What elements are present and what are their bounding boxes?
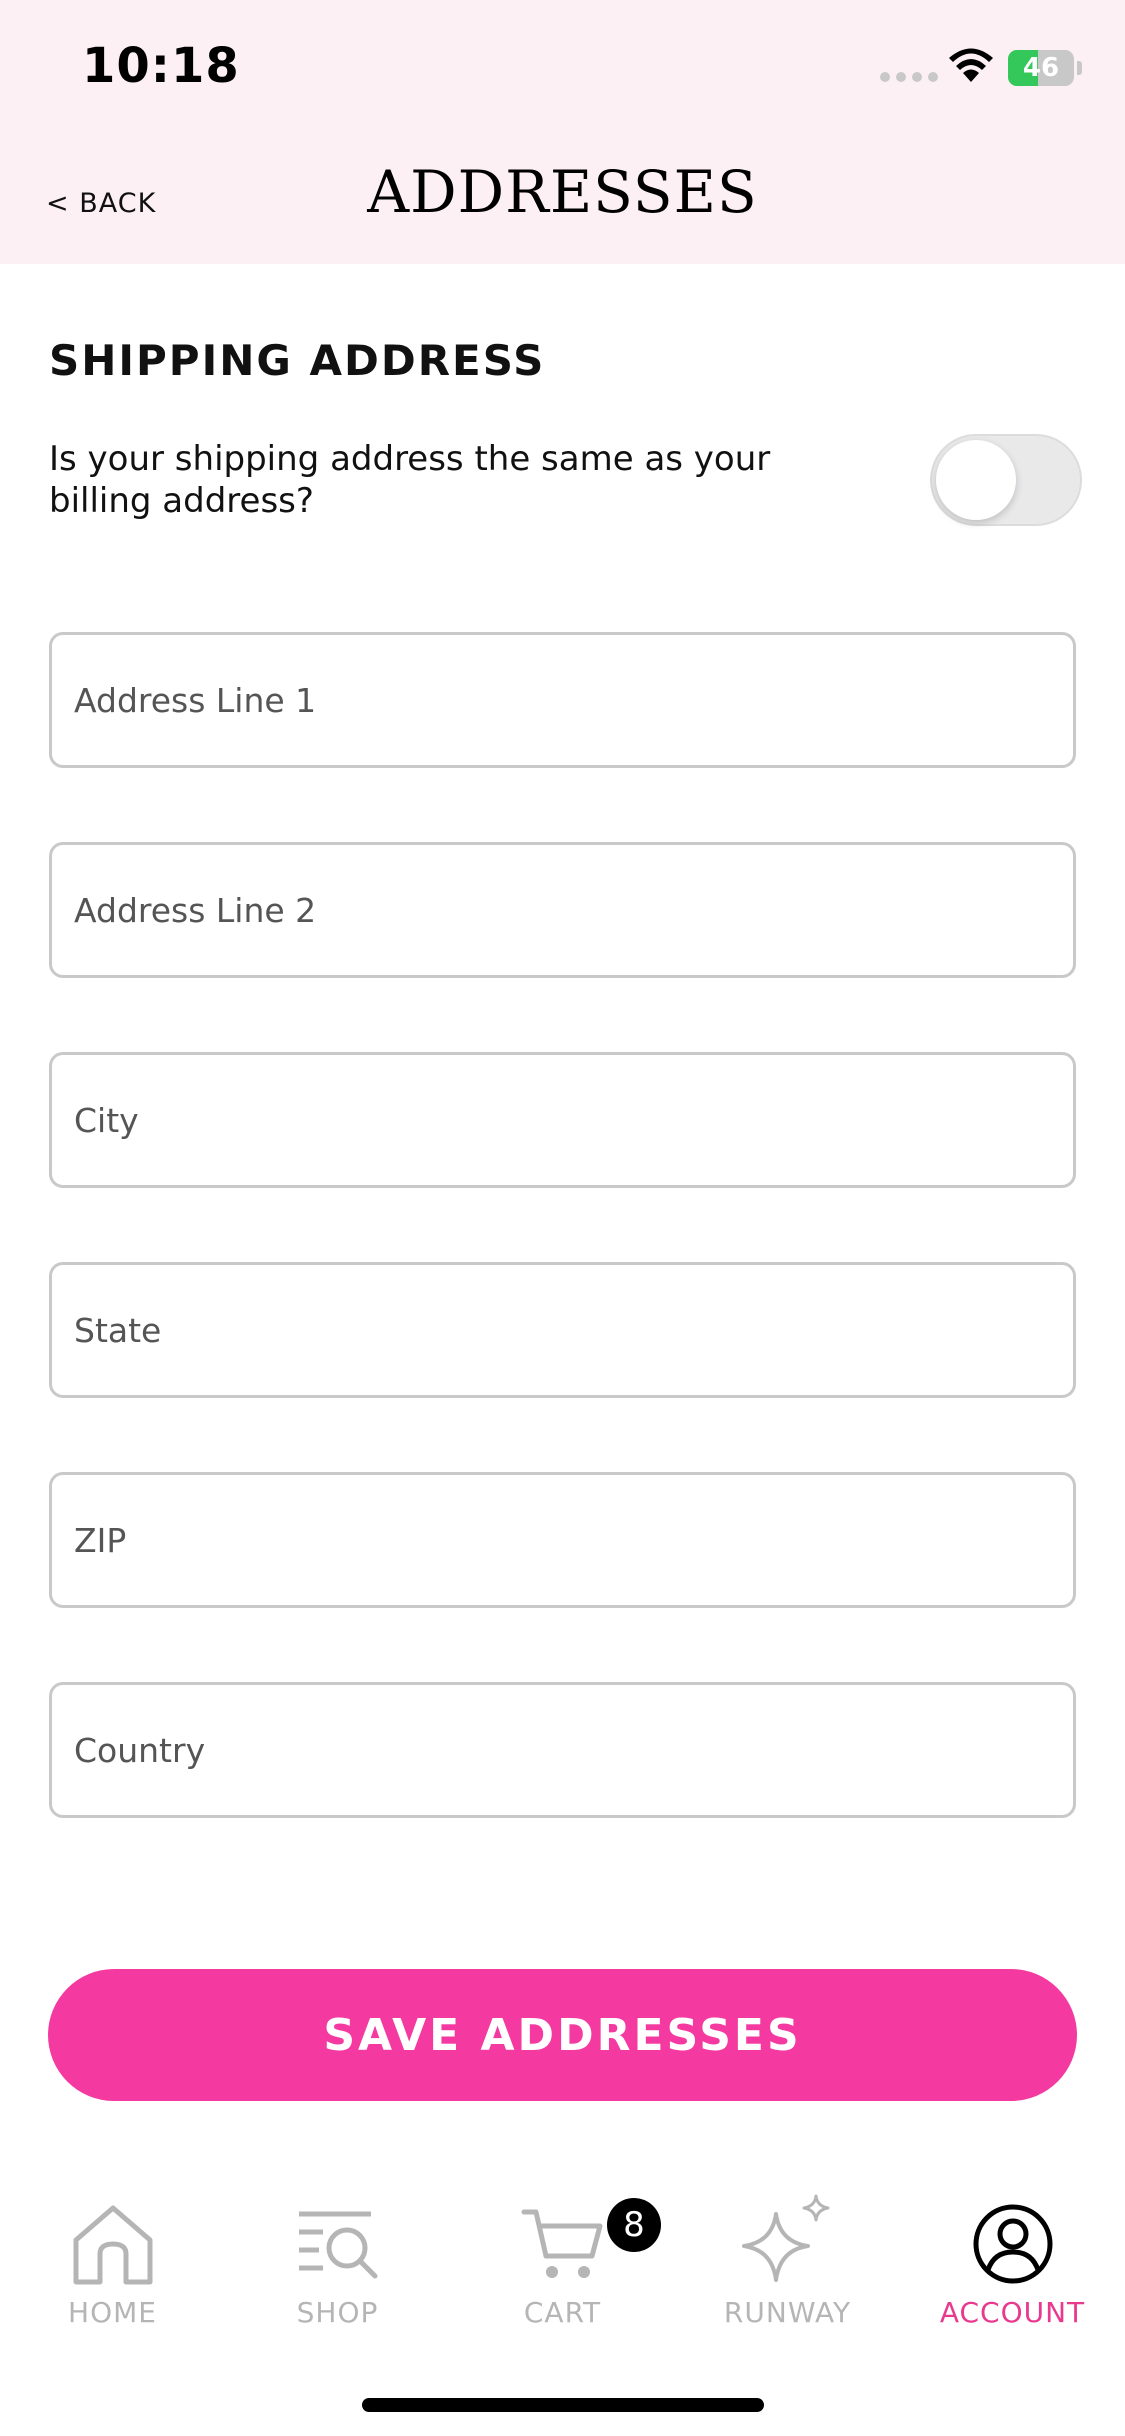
tab-home[interactable]: HOME [0, 2190, 225, 2340]
address-line-2-field[interactable] [52, 845, 1073, 975]
zip-field[interactable] [52, 1475, 1073, 1605]
country-field[interactable] [52, 1685, 1073, 1815]
home-indicator [362, 2398, 764, 2412]
battery-level-text: 46 [1022, 53, 1060, 83]
country-field-wrapper [49, 1682, 1076, 1818]
save-addresses-button[interactable]: SAVE ADDRESSES [48, 1969, 1077, 2101]
battery-nub [1077, 61, 1082, 75]
address-line-1-field[interactable] [52, 635, 1073, 765]
tab-runway-label: RUNWAY [723, 2296, 852, 2329]
same-as-billing-toggle[interactable] [930, 434, 1082, 526]
same-as-billing-question: Is your shipping address the same as you… [49, 439, 771, 521]
sparkle-icon [741, 2194, 829, 2282]
status-time: 10:18 [82, 38, 240, 94]
tab-account[interactable]: ACCOUNT [900, 2190, 1125, 2340]
battery-charging-icon: 46 [1008, 50, 1074, 86]
wifi-icon [949, 48, 993, 82]
toggle-knob [936, 440, 1016, 520]
account-icon [973, 2204, 1052, 2284]
top-header: 10:18 46 < BACK ADDRESSES [0, 0, 1125, 264]
city-field[interactable] [52, 1055, 1073, 1185]
state-field-wrapper [49, 1262, 1076, 1398]
tab-home-label: HOME [68, 2296, 157, 2329]
address-line-2-field-wrapper [49, 842, 1076, 978]
tab-shop[interactable]: SHOP [225, 2190, 450, 2340]
signal-dots-icon [880, 72, 938, 82]
tab-shop-label: SHOP [296, 2296, 379, 2329]
zip-field-wrapper [49, 1472, 1076, 1608]
address-line-1-field-wrapper [49, 632, 1076, 768]
bottom-tab-bar: HOME SHOP CART RUNWAY ACCOUNT [0, 2190, 1125, 2340]
tab-cart-label: CART [523, 2296, 602, 2329]
status-bar: 10:18 46 [0, 0, 1125, 140]
home-icon [73, 2205, 152, 2285]
tab-account-label: ACCOUNT [939, 2296, 1086, 2329]
tab-runway[interactable]: RUNWAY [675, 2190, 900, 2340]
city-field-wrapper [49, 1052, 1076, 1188]
section-title: SHIPPING ADDRESS [49, 336, 546, 385]
page-title: ADDRESSES [367, 158, 758, 226]
state-field[interactable] [52, 1265, 1073, 1395]
cart-count-badge: 8 [607, 2198, 661, 2252]
cart-icon [521, 2209, 602, 2278]
shop-search-icon [298, 2211, 377, 2279]
